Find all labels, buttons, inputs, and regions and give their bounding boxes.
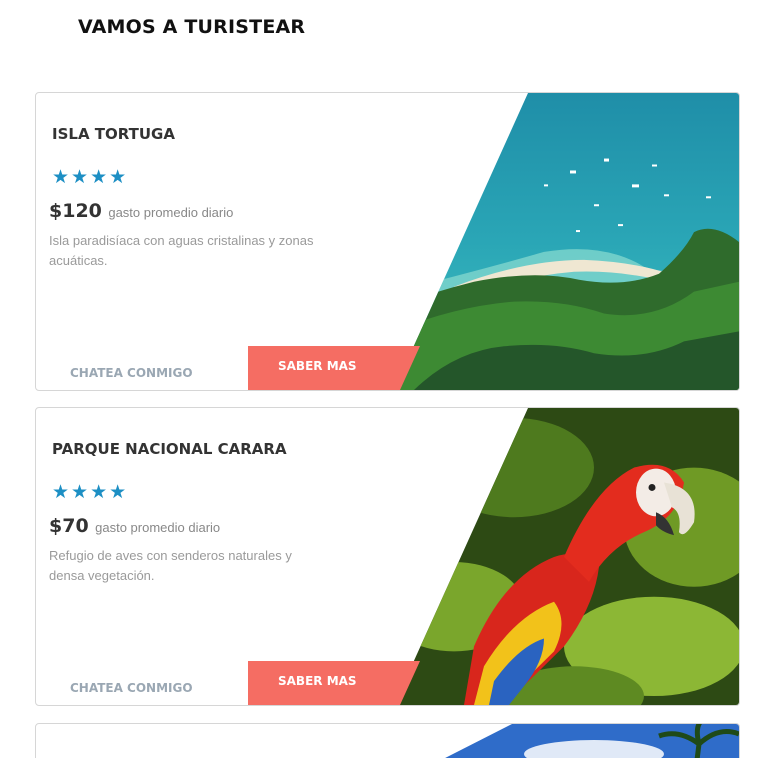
chat-button[interactable]: CHATEA CONMIGO [70, 681, 193, 695]
card-description: Refugio de aves con senderos naturales y… [49, 548, 292, 583]
price-note: gasto promedio diario [108, 205, 234, 220]
price-row: $70 gasto promedio diario [49, 515, 220, 537]
chat-button[interactable]: CHATEA CONMIGO [70, 366, 193, 380]
price-row: $120 gasto promedio diario [49, 200, 233, 222]
price: $70 [49, 515, 89, 537]
learn-more-button[interactable]: SABER MAS [248, 346, 420, 390]
price-note: gasto promedio diario [95, 520, 221, 535]
page-title: VAMOS A TURISTEAR [78, 16, 306, 38]
card-description: Isla paradisíaca con aguas cristalinas y… [49, 233, 314, 268]
star-rating: ★★★★ [52, 482, 129, 503]
star-rating: ★★★★ [52, 167, 129, 188]
learn-more-button[interactable]: SABER MAS [248, 661, 420, 705]
price: $120 [49, 200, 102, 222]
destination-card: PARQUE NACIONAL CARARA ★★★★ $70 gasto pr… [35, 407, 740, 706]
card-title: PARQUE NACIONAL CARARA [52, 440, 287, 458]
card-title: ISLA TORTUGA [52, 125, 175, 143]
destination-card: ISLA TORTUGA ★★★★ $120 gasto promedio di… [35, 92, 740, 391]
sky-palm-tree-photo [394, 724, 739, 758]
destination-card [35, 723, 740, 758]
scarlet-macaw-photo [394, 408, 739, 705]
aerial-beach-island-photo [394, 93, 739, 390]
